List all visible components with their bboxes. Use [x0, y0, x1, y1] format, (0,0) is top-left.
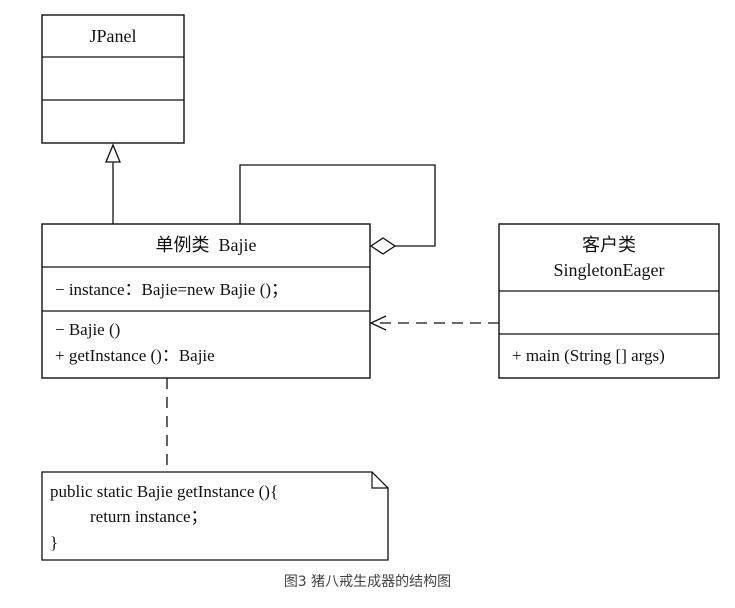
- note-line-1: public static Bajie getInstance (){: [50, 482, 278, 501]
- bajie-class: 单例类 Bajie − instance：Bajie=new Bajie ()；…: [41, 223, 371, 379]
- inheritance-arrowhead: [105, 143, 121, 163]
- note-line-3: }: [50, 533, 58, 552]
- client-operation-main: + main (String [] args): [512, 346, 665, 365]
- bajie-attribute-instance: − instance：Bajie=new Bajie ()；: [55, 280, 288, 299]
- jpanel-class: JPanel: [41, 14, 185, 144]
- dependency-arrow: [369, 315, 499, 331]
- bajie-operation-constructor: − Bajie (): [55, 320, 120, 339]
- code-note: public static Bajie getInstance (){ retu…: [41, 471, 389, 561]
- client-class: 客户类 SingletonEager + main (String [] arg…: [498, 223, 720, 379]
- uml-class-diagram: JPanel 单例类 Bajie − instance：Bajie=new Ba…: [41, 14, 720, 561]
- bajie-operation-getinstance: + getInstance ()：Bajie: [55, 346, 215, 365]
- client-stereotype: 客户类: [582, 235, 636, 255]
- figure-caption: 图3 猪八戒生成器的结构图: [283, 574, 452, 590]
- bajie-class-name: 单例类 Bajie: [156, 235, 257, 255]
- note-line-2: return instance；: [90, 507, 208, 526]
- aggregation-diamond: [369, 237, 397, 255]
- inheritance-arrow: [105, 143, 121, 224]
- client-class-name: SingletonEager: [554, 260, 665, 280]
- jpanel-class-name: JPanel: [90, 26, 137, 46]
